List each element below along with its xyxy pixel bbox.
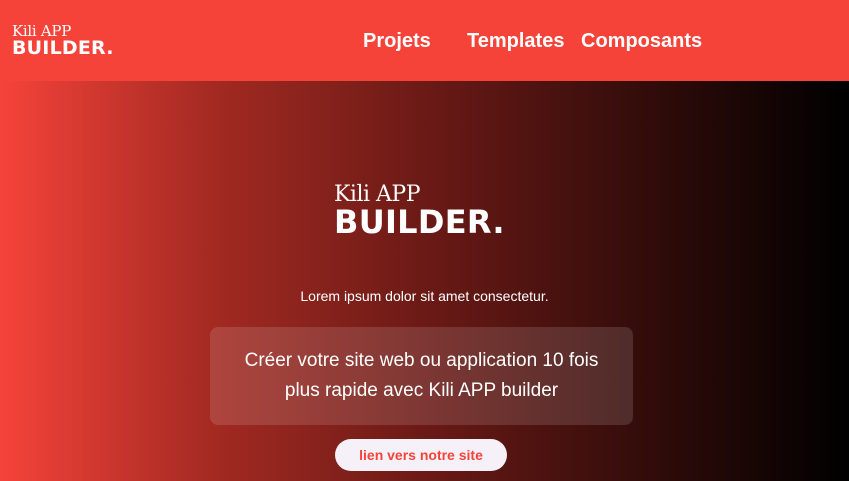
- hero-tagline: Lorem ipsum dolor sit amet consectetur.: [300, 288, 549, 304]
- hero-card: Créer votre site web ou application 10 f…: [210, 327, 633, 425]
- nav-link-projets[interactable]: Projets: [363, 30, 431, 53]
- hero-section: Kili APP BUILDER. Lorem ipsum dolor sit …: [0, 81, 849, 481]
- hero-logo-line2: BUILDER.: [334, 203, 505, 241]
- top-navbar: Kili APP BUILDER. Projets Templates Comp…: [0, 0, 849, 81]
- nav-link-composants[interactable]: Composants: [581, 30, 702, 53]
- header-logo-line2: BUILDER.: [12, 37, 114, 59]
- hero-logo: Kili APP BUILDER.: [334, 184, 505, 241]
- header-logo[interactable]: Kili APP BUILDER.: [12, 24, 114, 58]
- hero-card-text: Créer votre site web ou application 10 f…: [244, 350, 599, 401]
- nav-link-templates[interactable]: Templates: [467, 30, 564, 53]
- site-link-button[interactable]: lien vers notre site: [335, 439, 507, 471]
